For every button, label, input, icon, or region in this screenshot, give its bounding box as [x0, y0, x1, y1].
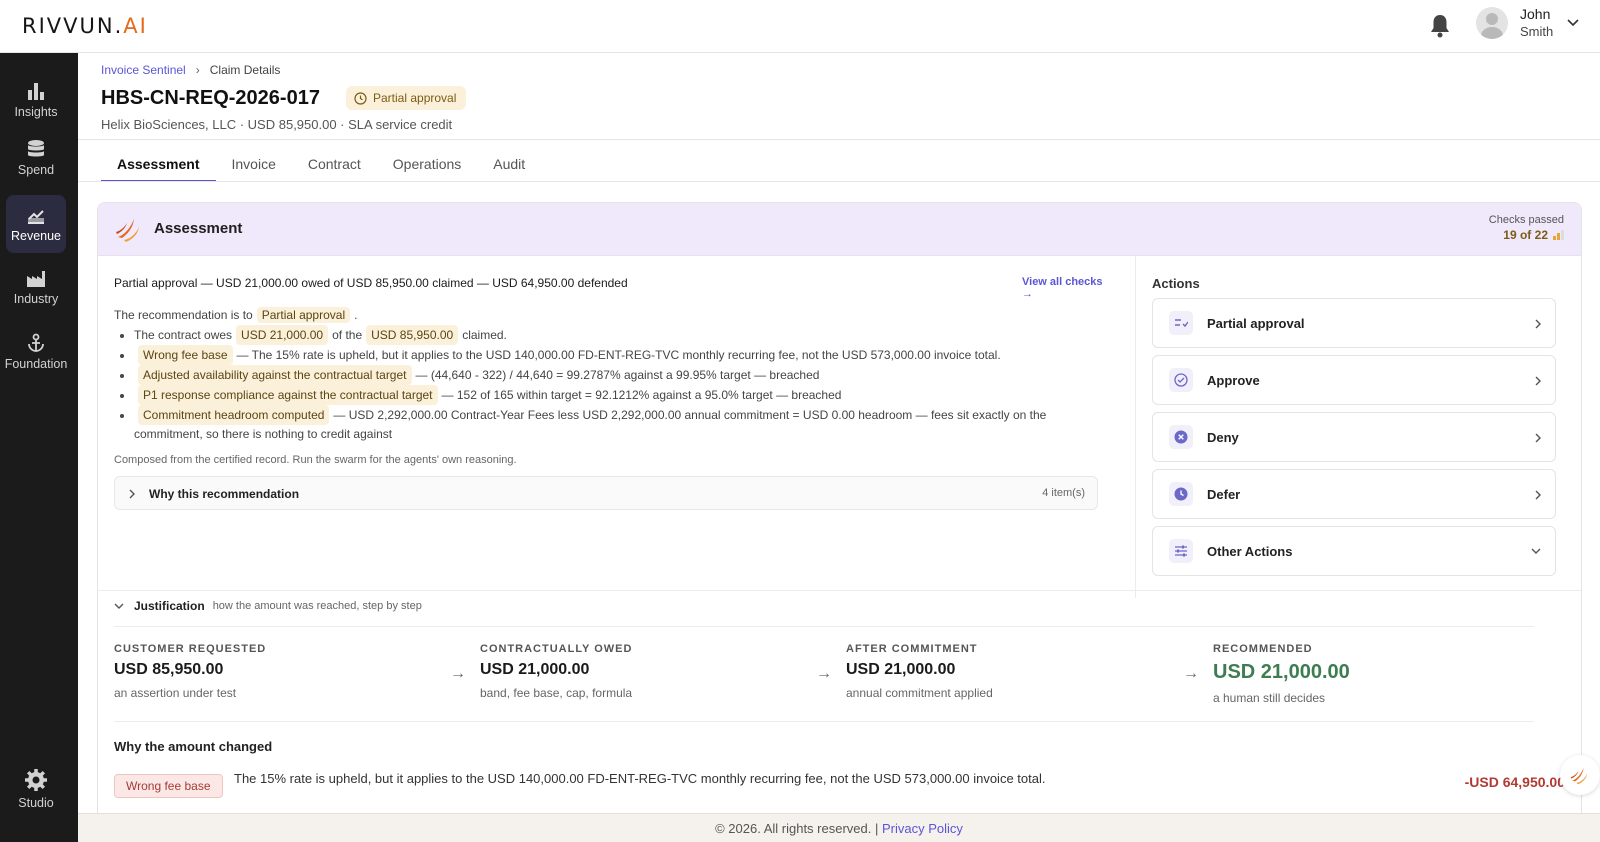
top-bar: RIVVUN.AI [0, 0, 1600, 53]
why-amount-changed-title: Why the amount changed [114, 739, 273, 754]
checks-passed[interactable]: Checks passed 19 of 22 [1489, 214, 1564, 242]
divider [114, 721, 1534, 722]
step-customer-requested: CUSTOMER REQUESTED USD 85,950.00 an asse… [114, 643, 267, 700]
arrow-right-icon: → [816, 665, 832, 682]
chevron-down-icon [114, 603, 124, 609]
tab-assessment[interactable]: Assessment [101, 150, 216, 182]
step-recommended: RECOMMENDED USD 21,000.00 a human still … [1213, 643, 1350, 705]
partial-approval-button[interactable]: Partial approval [1152, 298, 1556, 348]
assessment-summary: Partial approval — USD 21,000.00 owed of… [114, 256, 1114, 598]
rivvun-swoosh-icon [116, 219, 139, 242]
deny-button[interactable]: Deny [1152, 412, 1556, 462]
divider [78, 181, 1600, 182]
sidebar-item-industry[interactable]: Industry [6, 259, 66, 317]
breadcrumb-invoice-sentinel[interactable]: Invoice Sentinel [101, 63, 186, 77]
why-recommendation-accordion[interactable]: Why this recommendation 4 item(s) [114, 476, 1098, 510]
page-title: HBS-CN-REQ-2026-017 [101, 87, 320, 109]
chevron-down-icon [1531, 548, 1541, 554]
list-item: The contract owesUSD 21,000.00of theUSD … [134, 325, 1084, 345]
approve-button[interactable]: Approve [1152, 355, 1556, 405]
actions-title: Actions [1152, 276, 1200, 291]
tab-operations[interactable]: Operations [377, 150, 477, 182]
user-menu[interactable]: John Smith [1476, 6, 1579, 40]
step-after-commitment: AFTER COMMITMENT USD 21,000.00 annual co… [846, 643, 993, 700]
divider [78, 139, 1600, 140]
divider [98, 590, 1581, 591]
sidebar: Insights Spend Revenue Industry Foundati… [0, 53, 78, 842]
arrow-right-icon: → [450, 665, 466, 682]
revenue-icon [28, 210, 44, 224]
sidebar-item-studio[interactable]: Studio [6, 757, 66, 821]
assessment-card: Assessment Checks passed 19 of 22 Partia… [97, 202, 1582, 842]
rivvun-swoosh-icon [1570, 767, 1588, 785]
partial-approval-icon [1175, 319, 1188, 328]
rivvun-logo[interactable]: RIVVUN.AI [22, 14, 148, 38]
sidebar-item-spend[interactable]: Spend [6, 129, 66, 187]
justification-toggle[interactable]: Justification how the amount was reached… [114, 599, 1564, 613]
reason-list: The contract owesUSD 21,000.00of theUSD … [134, 325, 1084, 443]
summary-line: Partial approval — USD 21,000.00 owed of… [114, 276, 628, 290]
breadcrumb-current: Claim Details [209, 63, 281, 77]
assessment-title: Assessment [154, 220, 243, 237]
defer-button[interactable]: Defer [1152, 469, 1556, 519]
factory-icon [27, 271, 45, 287]
user-last-name: Smith [1520, 24, 1554, 39]
copyright: © 2026. All rights reserved. | [715, 820, 879, 836]
sidebar-item-insights[interactable]: Insights [6, 71, 66, 129]
list-item: P1 response compliance against the contr… [134, 385, 1084, 405]
tab-audit[interactable]: Audit [477, 150, 541, 182]
other-actions-dropdown[interactable]: Other Actions [1152, 526, 1556, 576]
recommendation-tag: Partial approval [256, 307, 351, 323]
x-circle-icon [1174, 430, 1188, 444]
breadcrumb: Invoice Sentinel › Claim Details [101, 63, 280, 77]
sliders-icon [1175, 545, 1187, 557]
chevron-right-icon [129, 489, 135, 499]
chevron-right-icon [1535, 433, 1541, 443]
change-amount: -USD 64,950.00 [1464, 774, 1565, 790]
clock-icon [354, 91, 367, 105]
sidebar-item-revenue[interactable]: Revenue [6, 195, 66, 253]
composed-note: Composed from the certified record. Run … [114, 454, 517, 466]
gear-icon [25, 769, 47, 791]
database-icon [28, 140, 44, 157]
chevron-down-icon [1567, 19, 1579, 27]
bar-chart-icon [28, 83, 44, 100]
list-item: Wrong fee base— The 15% rate is upheld, … [134, 345, 1084, 365]
clock-icon [1174, 487, 1188, 501]
step-contractually-owed: CONTRACTUALLY OWED USD 21,000.00 band, f… [480, 643, 633, 700]
claim-subtitle: Helix BioSciences, LLC · USD 85,950.00 ·… [101, 117, 453, 132]
arrow-right-icon: → [1183, 665, 1199, 682]
divider [114, 626, 1534, 627]
user-first-name: John [1520, 6, 1551, 22]
footer: © 2026. All rights reserved. | Privacy P… [78, 813, 1600, 842]
list-item: Commitment headroom computed— USD 2,292,… [134, 405, 1084, 443]
chevron-right-icon: › [195, 63, 200, 77]
tab-contract[interactable]: Contract [292, 150, 377, 182]
tab-bar: Assessment Invoice Contract Operations A… [101, 150, 541, 182]
tab-invoice[interactable]: Invoice [216, 150, 292, 182]
actions-panel: Actions Partial approval Approve Deny De… [1135, 256, 1581, 598]
privacy-policy-link[interactable]: Privacy Policy [882, 821, 963, 836]
list-item: Adjusted availability against the contra… [134, 365, 1084, 385]
assistant-launcher-button[interactable] [1560, 755, 1600, 795]
chevron-right-icon [1535, 319, 1541, 329]
chevron-right-icon [1535, 490, 1541, 500]
change-explanation: The 15% rate is upheld, but it applies t… [234, 771, 1046, 786]
avatar [1476, 7, 1508, 39]
assessment-header: Assessment Checks passed 19 of 22 [98, 203, 1581, 256]
check-circle-icon [1174, 373, 1188, 387]
chevron-right-icon [1535, 376, 1541, 386]
signal-bars-icon [1553, 230, 1564, 240]
anchor-icon [28, 333, 44, 352]
wrong-fee-base-tag: Wrong fee base [114, 774, 223, 798]
sidebar-item-foundation[interactable]: Foundation [5, 323, 67, 381]
notification-bell-icon[interactable] [1428, 13, 1452, 39]
status-badge: Partial approval [346, 86, 467, 110]
recommendation-line: The recommendation is to Partial approval… [114, 307, 358, 323]
view-all-checks-link[interactable]: View all checks → [1022, 276, 1114, 300]
